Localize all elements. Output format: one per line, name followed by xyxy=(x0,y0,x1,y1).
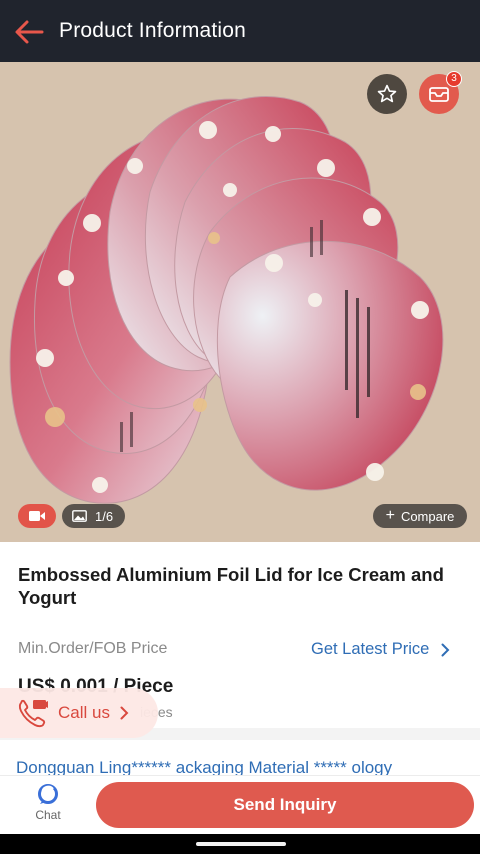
page-title: Product Information xyxy=(59,19,247,42)
video-camera-icon xyxy=(29,511,45,521)
price-label: Min.Order/FOB Price xyxy=(18,640,168,657)
compare-button[interactable]: + Compare xyxy=(373,504,467,528)
send-inquiry-button[interactable]: Send Inquiry xyxy=(96,782,474,828)
chat-button[interactable]: Chat xyxy=(20,783,76,827)
call-us-button[interactable]: Call us xyxy=(0,688,158,738)
chevron-right-icon xyxy=(441,643,450,656)
chat-label: Chat xyxy=(35,808,61,822)
star-icon xyxy=(377,84,397,103)
favorite-button[interactable] xyxy=(367,74,407,114)
chat-icon xyxy=(38,784,58,804)
chevron-right-icon xyxy=(120,706,129,720)
get-latest-price-link[interactable]: Get Latest Price xyxy=(311,640,450,659)
inquiry-basket-button[interactable]: 3 xyxy=(419,71,462,114)
call-us-label: Call us xyxy=(58,703,110,722)
image-icon xyxy=(72,510,87,522)
back-arrow-icon[interactable] xyxy=(14,18,44,46)
image-counter: 1/6 xyxy=(95,508,114,524)
home-indicator[interactable] xyxy=(196,842,286,846)
image-counter-chip[interactable]: 1/6 xyxy=(62,504,126,528)
inbox-icon xyxy=(429,87,449,102)
product-title: Embossed Aluminium Foil Lid for Ice Crea… xyxy=(18,564,444,608)
get-latest-price-label: Get Latest Price xyxy=(311,640,430,658)
video-button[interactable] xyxy=(18,504,56,528)
product-image[interactable] xyxy=(0,62,480,542)
top-bar: Product Information xyxy=(0,0,480,62)
compare-label: Compare xyxy=(400,508,455,524)
phone-icon xyxy=(18,699,48,728)
plus-icon: + xyxy=(385,507,395,524)
inbox-count-badge: 3 xyxy=(446,71,462,87)
